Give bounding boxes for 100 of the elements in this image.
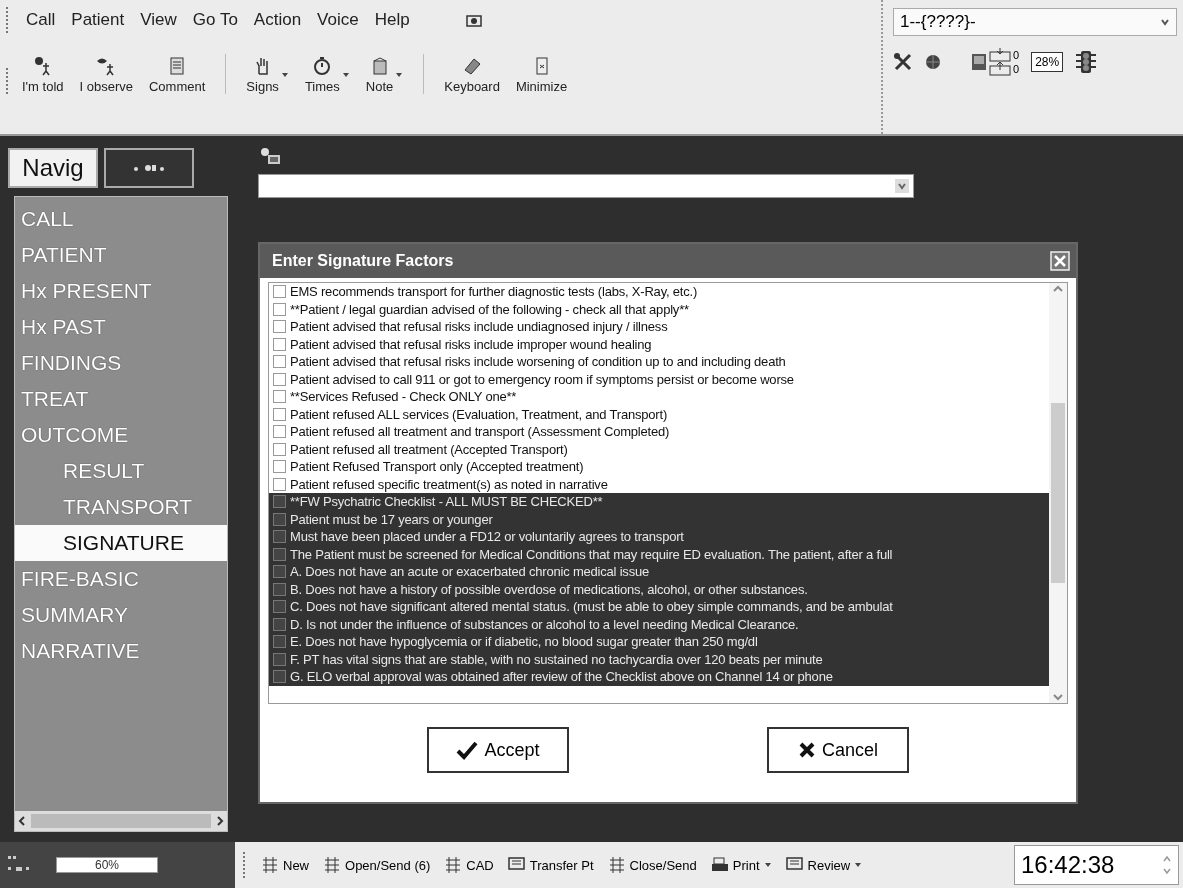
- checkbox[interactable]: [273, 302, 286, 316]
- toolbar-button[interactable]: Comment: [145, 56, 210, 94]
- caret-icon: [1160, 17, 1170, 27]
- checkbox[interactable]: [273, 547, 286, 561]
- checklist-item[interactable]: Patient advised to call 911 or got to emergency room if symptoms persist or become worse: [269, 370, 1049, 388]
- vertical-scrollbar[interactable]: [1049, 283, 1067, 703]
- checkbox[interactable]: [273, 477, 286, 491]
- menu-item[interactable]: Patient: [71, 10, 125, 30]
- checkmark-icon: [456, 740, 479, 760]
- checkbox[interactable]: [273, 320, 286, 334]
- cancel-button[interactable]: Cancel: [767, 727, 909, 773]
- menu-item[interactable]: Go To: [192, 10, 238, 30]
- checkbox[interactable]: [273, 617, 286, 631]
- session-dropdown[interactable]: 1--{????}-: [893, 8, 1177, 36]
- checkbox[interactable]: [273, 652, 286, 666]
- checkbox[interactable]: [273, 582, 286, 596]
- person-icon: [32, 56, 53, 76]
- patient-icon: [258, 146, 282, 166]
- outbox-icon: [989, 62, 1011, 76]
- toolbar-button[interactable]: Minimize: [511, 56, 572, 94]
- taskbar-button[interactable]: CAD: [444, 856, 494, 874]
- checklist-item[interactable]: Patient refused ALL services (Evaluation, Treatment, and Transport): [269, 405, 1049, 423]
- taskbar-button[interactable]: New: [261, 856, 309, 874]
- toolbar-button[interactable]: Times: [300, 56, 354, 94]
- checkbox[interactable]: [273, 337, 286, 351]
- grid-icon: [444, 856, 463, 874]
- checkbox[interactable]: [273, 285, 286, 299]
- toolbar-button[interactable]: Note: [361, 56, 408, 94]
- checklist-item[interactable]: Patient advised that refusal risks include worsening of condition up to and including death: [269, 353, 1049, 371]
- printer-icon: [710, 856, 729, 874]
- checklist-item[interactable]: Patient refused all treatment (Accepted Transport): [269, 440, 1049, 458]
- camera-icon[interactable]: [465, 13, 482, 27]
- checkbox[interactable]: [273, 530, 286, 544]
- checklist-item[interactable]: **Services Refused - Check ONLY one**: [269, 388, 1049, 406]
- taskbar-button[interactable]: Open/Send (6): [323, 856, 431, 874]
- navigator-tab[interactable]: [104, 148, 194, 188]
- checklist-item[interactable]: E. Does not have hypoglycemia or if diabetic, no blood sugar greater than 250 mg/dl: [269, 633, 1049, 651]
- navigator-item[interactable]: SIGNATURE: [15, 525, 227, 561]
- checkbox[interactable]: [273, 635, 286, 649]
- menu-item[interactable]: View: [140, 10, 177, 30]
- progress-text: 60%: [56, 857, 158, 873]
- checkbox[interactable]: [273, 390, 286, 404]
- checkbox[interactable]: [273, 460, 286, 474]
- horizontal-scrollbar[interactable]: [15, 811, 227, 831]
- checkbox[interactable]: [273, 407, 286, 421]
- toolbar-button[interactable]: Signs: [242, 56, 293, 94]
- checklist-item[interactable]: **Patient / legal guardian advised of the following - check all that apply**: [269, 300, 1049, 318]
- taskbar-button[interactable]: Review: [785, 856, 863, 874]
- scroll-right-icon[interactable]: [215, 815, 225, 827]
- clock: 16:42:38: [1014, 845, 1179, 885]
- dialog-title: Enter Signature Factors: [272, 252, 454, 270]
- toolbar-button[interactable]: Keyboard: [440, 56, 504, 94]
- menu-item[interactable]: Help: [374, 10, 410, 30]
- checklist-item[interactable]: EMS recommends transport for further diagnostic tests (labs, X-Ray, etc.): [269, 283, 1049, 301]
- accept-button[interactable]: Accept: [427, 727, 569, 773]
- taskbar-button[interactable]: Close/Send: [607, 856, 697, 874]
- toolbar-button[interactable]: I'm told: [18, 56, 68, 94]
- checkbox[interactable]: [273, 670, 286, 684]
- menu-item[interactable]: Call: [26, 10, 56, 30]
- scroll-left-icon[interactable]: [17, 815, 27, 827]
- taskbar-button[interactable]: Print: [710, 856, 772, 874]
- checklist-item[interactable]: Patient advised that refusal risks include undiagnosed injury / illness: [269, 318, 1049, 336]
- checkbox[interactable]: [273, 495, 286, 509]
- checklist-item[interactable]: G. ELO verbal approval was obtained after review of the Checklist above on Channel 14 or phone: [269, 668, 1049, 686]
- grid-icon: [323, 856, 341, 874]
- close-icon[interactable]: [1050, 251, 1070, 271]
- checklist-item[interactable]: Patient refused specific treatment(s) as noted in narrative: [269, 475, 1049, 493]
- taskbar-button[interactable]: Transfer Pt: [507, 856, 594, 874]
- checkbox[interactable]: [273, 442, 286, 456]
- menu-item[interactable]: Action: [253, 10, 302, 30]
- checkbox[interactable]: [273, 372, 286, 386]
- checkbox[interactable]: [273, 512, 286, 526]
- grid-icon: [261, 856, 279, 874]
- checklist-item[interactable]: **FW Psychatric Checklist - ALL MUST BE CHECKED**: [269, 493, 1049, 511]
- out-count: 0: [1013, 63, 1020, 75]
- checkbox[interactable]: [273, 355, 286, 369]
- checklist-item[interactable]: C. Does not have significant altered mental status. (must be able to obey simple commands, and be ambulat: [269, 598, 1049, 616]
- in-count: 0: [1013, 49, 1020, 61]
- stopwatch-icon: [312, 56, 333, 76]
- spin-icon[interactable]: [1162, 853, 1172, 877]
- checklist-item[interactable]: Patient refused all treatment and transport (Assessment Completed): [269, 423, 1049, 441]
- monitor-icon: [971, 53, 987, 71]
- grid-icon: [607, 856, 626, 874]
- toolbar-button[interactable]: I observe: [75, 56, 137, 94]
- dropdown-field[interactable]: [258, 174, 914, 198]
- traffic-light-icon[interactable]: [1075, 50, 1098, 74]
- checkbox[interactable]: [273, 565, 286, 579]
- navigator-tab[interactable]: Navig: [8, 148, 98, 188]
- checkbox[interactable]: [273, 425, 286, 439]
- globe-icon[interactable]: [925, 54, 941, 70]
- checkbox[interactable]: [273, 600, 286, 614]
- eye-icon: [96, 56, 117, 76]
- checklist-item[interactable]: Patient Refused Transport only (Accepted treatment): [269, 458, 1049, 476]
- scroll-down-icon[interactable]: [1052, 691, 1064, 703]
- checklist-item[interactable]: Patient advised that refusal risks include improper wound healing: [269, 335, 1049, 353]
- checklist-item[interactable]: A. Does not have an acute or exacerbated chronic medical issue: [269, 563, 1049, 581]
- menu-item[interactable]: Voice: [317, 10, 359, 30]
- checklist-item[interactable]: Must have been placed under a FD12 or voluntarily agrees to transport: [269, 528, 1049, 546]
- caret-icon: [895, 179, 909, 193]
- percent-badge: 28%: [1031, 52, 1064, 72]
